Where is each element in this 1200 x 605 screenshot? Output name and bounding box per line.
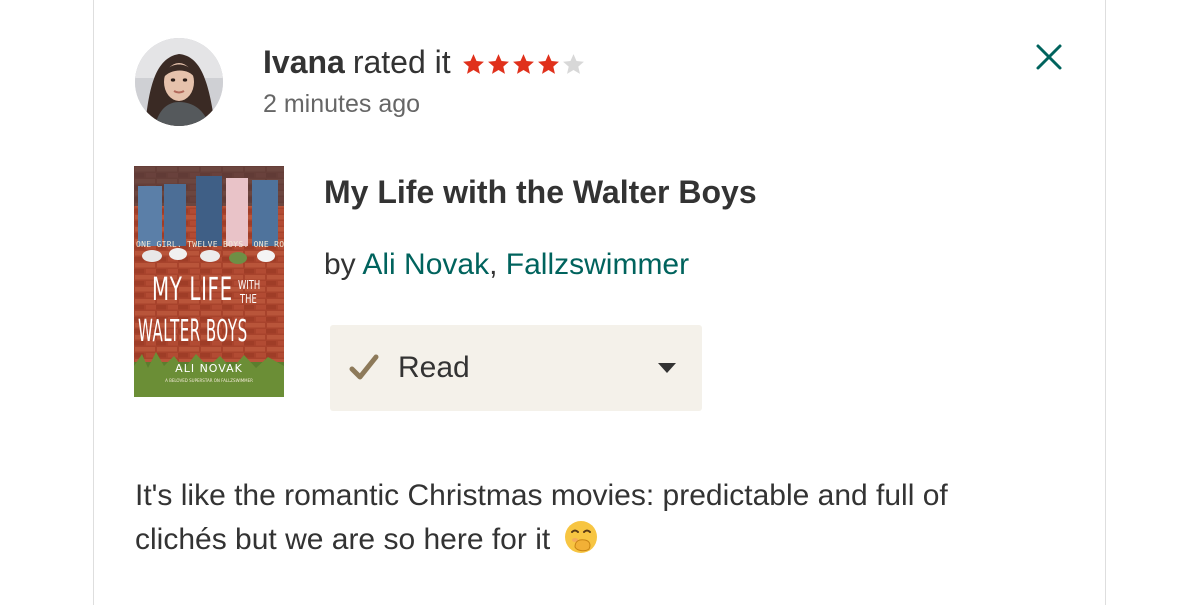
- user-name[interactable]: Ivana: [263, 42, 345, 82]
- book-cover[interactable]: ONE GIRL. TWELVE BOYS. ONE ROOF. MY LIFE…: [134, 166, 284, 397]
- book-authors: by Ali Novak, Fallzswimmer: [324, 246, 689, 284]
- by-label: by: [324, 248, 356, 281]
- cover-title-line2: WALTER BOYS: [138, 314, 248, 349]
- rating-header: Ivana rated it: [263, 42, 586, 82]
- shelf-label: Read: [398, 351, 470, 384]
- update-card: Ivana rated it 2 minutes ago ONE GIRL. T…: [93, 0, 1106, 605]
- author-link-ali-novak[interactable]: Ali Novak: [362, 248, 489, 281]
- close-button[interactable]: [1029, 38, 1069, 78]
- cover-author: ALI NOVAK: [175, 362, 243, 375]
- star-filled-icon: [512, 53, 534, 74]
- author-link-fallzswimmer[interactable]: Fallzswimmer: [506, 248, 689, 281]
- review-body: It's like the romantic Christmas movies:…: [135, 479, 948, 556]
- author-separator: ,: [489, 248, 498, 281]
- review-text: It's like the romantic Christmas movies:…: [135, 474, 1035, 562]
- cover-title-line1: MY LIFE: [152, 270, 233, 308]
- cover-blurb: A BELOVED SUPERSTAR ON FALLZSWIMMER: [165, 378, 253, 383]
- shelf-dropdown-button[interactable]: Read: [330, 325, 702, 411]
- star-rating: [461, 48, 586, 77]
- cover-tagline: ONE GIRL. TWELVE BOYS. ONE ROOF.: [136, 240, 284, 249]
- hand-over-mouth-emoji: [564, 521, 597, 553]
- cover-title-the: THE: [240, 292, 257, 306]
- star-filled-icon: [487, 53, 509, 74]
- star-filled-icon: [462, 53, 484, 74]
- star-filled-icon: [537, 53, 559, 74]
- timestamp[interactable]: 2 minutes ago: [263, 88, 420, 120]
- avatar[interactable]: [135, 38, 223, 126]
- book-title[interactable]: My Life with the Walter Boys: [324, 172, 757, 212]
- star-empty-icon: [562, 53, 584, 74]
- check-icon: [349, 354, 379, 380]
- cover-title-with: WITH: [238, 278, 261, 292]
- caret-down-icon: [658, 363, 676, 373]
- close-icon: [1036, 44, 1062, 70]
- action-text: rated it: [352, 44, 451, 80]
